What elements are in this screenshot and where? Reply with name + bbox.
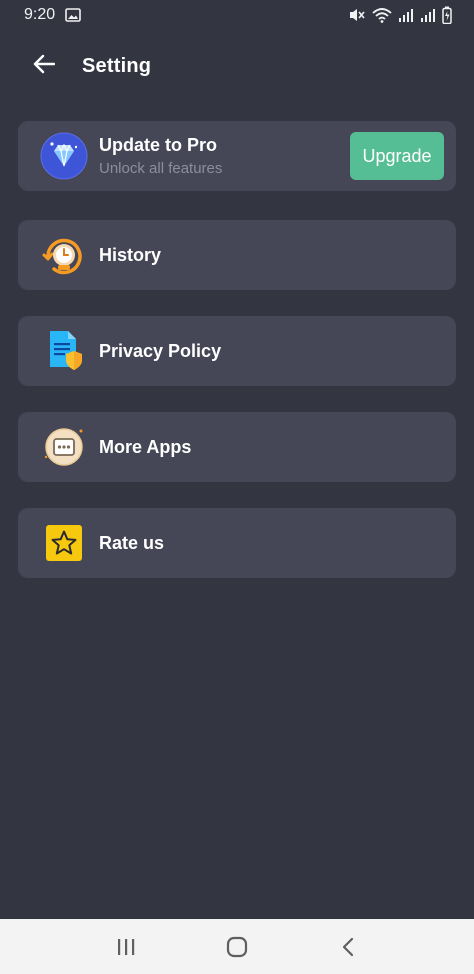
menu-item-label: Privacy Policy <box>99 340 222 361</box>
menu-item-more-apps[interactable]: More Apps <box>18 412 456 482</box>
menu-item-label: History <box>99 244 162 265</box>
more-apps-icon <box>40 423 88 471</box>
update-to-pro-card[interactable]: Update to Pro Unlock all features Upgrad… <box>18 121 456 191</box>
privacy-document-shield-icon <box>40 327 88 375</box>
back-icon[interactable] <box>328 927 368 967</box>
pro-subtitle: Unlock all features <box>99 160 223 177</box>
menu-item-label: More Apps <box>99 436 192 457</box>
signal-icon <box>420 7 436 23</box>
wifi-icon <box>372 7 392 23</box>
app-bar: Setting <box>0 30 474 102</box>
home-icon[interactable] <box>217 927 257 967</box>
recent-apps-icon[interactable] <box>106 927 146 967</box>
upgrade-button[interactable]: Upgrade <box>350 132 444 180</box>
arrow-left-icon <box>33 54 56 79</box>
signal-icon <box>398 7 414 23</box>
mute-icon <box>348 7 366 23</box>
diamond-icon <box>40 132 88 180</box>
star-icon <box>40 519 88 567</box>
image-icon <box>65 8 81 22</box>
status-bar: 9:20 <box>0 0 474 30</box>
menu-item-rate-us[interactable]: Rate us <box>18 508 456 578</box>
system-nav-bar <box>0 919 474 974</box>
history-clock-icon <box>40 231 88 279</box>
menu-item-privacy-policy[interactable]: Privacy Policy <box>18 316 456 386</box>
page-title: Setting <box>82 54 152 77</box>
menu-item-history[interactable]: History <box>18 220 456 290</box>
pro-title: Update to Pro <box>99 135 218 155</box>
battery-icon <box>442 6 452 24</box>
status-time: 9:20 <box>24 6 56 23</box>
back-button[interactable] <box>24 46 64 86</box>
menu-item-label: Rate us <box>99 532 165 553</box>
pro-text: Update to Pro Unlock all features <box>99 135 222 177</box>
